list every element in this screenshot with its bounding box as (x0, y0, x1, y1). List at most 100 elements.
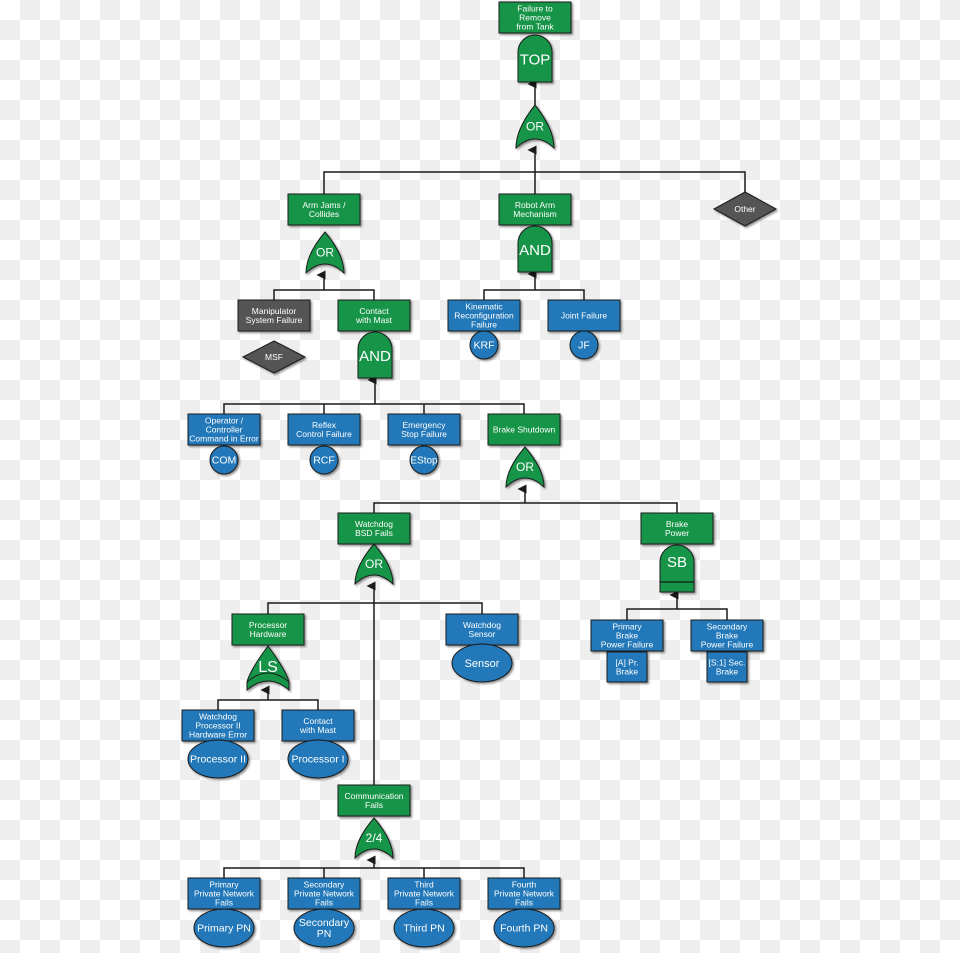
event-label: Brake Shutdown (493, 424, 556, 434)
gate-label: AND (519, 242, 551, 259)
event-label: Sensor (465, 658, 500, 670)
event-brake-power: Brake Power (640, 512, 714, 545)
event-label: Robot Arm Mechanism (513, 200, 556, 219)
label-line: with Mast (299, 725, 337, 735)
label-line: Brake (616, 666, 638, 676)
event-label: Processor Hardware (249, 620, 287, 639)
label-line: Processor II (190, 754, 246, 766)
label-line: Stop Failure (401, 429, 447, 439)
connector-line (223, 403, 525, 414)
fault-tree-diagram: Failure to Remove from Tank TOP OR Arm Jams /… (181, 1, 778, 948)
gate-label: 2/4 (366, 831, 383, 845)
label-line: Primary PN (197, 923, 251, 935)
event-s1-sec-brake: [S:1] Sec. Brake (706, 651, 748, 683)
label-line: with Mast (355, 315, 393, 325)
event-label: Processor I (291, 754, 344, 766)
event-contact-mast2: Contact with Mast (281, 709, 355, 742)
gate-g-ls: LS (246, 645, 290, 692)
gate-label: TOP (520, 52, 551, 69)
gate-g-top: TOP (517, 34, 553, 83)
label-line: COM (212, 455, 237, 467)
event-a-pr-brake: [A] Pr. Brake (606, 651, 648, 683)
event-label: Joint Failure (561, 310, 608, 320)
event-label: Watchdog BSD Fails (355, 519, 393, 538)
connector-line (373, 502, 678, 513)
event-watchdog-sensor: Watchdog Sensor (445, 613, 519, 646)
label-line: Command in Error (189, 433, 259, 443)
event-brake-shutdown: Brake Shutdown (487, 413, 561, 446)
label-line: Fails (315, 897, 333, 907)
gate-label: SB (667, 554, 687, 571)
connector-line (267, 602, 483, 614)
event-label: Brake Power (665, 519, 689, 538)
connector-line (223, 867, 525, 878)
label-line: EStop (410, 456, 438, 467)
label-line: Power (665, 528, 689, 538)
connector-line (483, 289, 585, 300)
undeveloped-event-other: Other (712, 191, 778, 227)
basic-event-ppn: Primary PN (193, 908, 255, 948)
event-label: EStop (410, 456, 438, 467)
event-primary-brake: Primary Brake Power Failure (590, 619, 664, 652)
label-line: Power Failure (701, 639, 754, 649)
event-label: Contact with Mast (355, 306, 393, 325)
label-line: Fourth PN (500, 923, 548, 935)
gate-g-24: 2/4 (354, 817, 394, 860)
event-fpn-fail: Fourth Private Network Fails (487, 877, 561, 910)
basic-event-tpn: Third PN (393, 908, 455, 948)
event-manipulator: Manipulator System Failure (237, 299, 311, 332)
label-line: PN (317, 928, 332, 940)
label-line: Third PN (403, 923, 444, 935)
event-label: MSF (265, 352, 283, 362)
gate-label: AND (359, 348, 391, 365)
undeveloped-event-msf: MSF (241, 340, 307, 374)
event-processor-hw: Processor Hardware (231, 613, 305, 646)
gate-g-and1: AND (517, 225, 553, 273)
label-line: RCF (313, 455, 335, 467)
event-ppn-fail: Primary Private Network Fails (187, 877, 261, 910)
label-line: BSD Fails (355, 528, 393, 538)
event-spn-fail: Secondary Private Network Fails (287, 877, 361, 910)
event-joint: Joint Failure (547, 299, 621, 332)
event-label: Other (734, 204, 755, 214)
event-estop-fail: Emergency Stop Failure (387, 413, 461, 446)
basic-event-com: COM (209, 445, 239, 475)
event-label: COM (212, 455, 237, 467)
event-label: Manipulator System Failure (246, 306, 303, 325)
event-label: Primary PN (197, 923, 251, 935)
label-line: Fails (365, 800, 383, 810)
event-top: Failure to Remove from Tank (498, 1, 572, 34)
gate-g-or1: OR (515, 104, 555, 150)
label-line: from Tank (516, 21, 554, 31)
gate-g-or3: OR (505, 446, 545, 489)
gate-g-sb: SB (659, 544, 695, 593)
event-label: Contact with Mast (299, 716, 337, 735)
label-line: Fails (215, 897, 233, 907)
label-line: Brake Shutdown (493, 424, 556, 434)
event-secondary-brake: Secondary Brake Power Failure (690, 619, 764, 652)
label-line: Brake (716, 666, 738, 676)
label-line: Sensor (465, 658, 500, 670)
label-line: JF (578, 340, 590, 352)
basic-event-sensor: Sensor (451, 643, 513, 683)
label-line: Joint Failure (561, 310, 608, 320)
basic-event-proc2: Processor II (187, 739, 249, 779)
event-watchdog-bsd: Watchdog BSD Fails (337, 512, 411, 545)
basic-event-fpn: Fourth PN (493, 908, 555, 948)
event-label: Failure to Remove from Tank (516, 3, 554, 31)
event-label: Third PN (403, 923, 444, 935)
basic-event-spn: Secondary PN (293, 908, 355, 948)
label-line: Hardware (250, 629, 287, 639)
label-line: Mechanism (513, 209, 556, 219)
basic-event-krf: KRF (469, 330, 499, 360)
event-label: Fourth PN (500, 923, 548, 935)
basic-event-estop: EStop (409, 445, 439, 475)
event-comm-fails: Communication Fails (337, 784, 411, 817)
event-arm-jams: Arm Jams / Collides (287, 193, 361, 226)
gate-label: LS (258, 659, 278, 676)
event-operator: Operator / Controller Command in Error (187, 413, 261, 446)
event-label: RCF (313, 455, 335, 467)
label-line: KRF (474, 340, 495, 352)
event-contact-mast: Contact with Mast (337, 299, 411, 332)
basic-event-proc1: Processor I (287, 739, 349, 779)
